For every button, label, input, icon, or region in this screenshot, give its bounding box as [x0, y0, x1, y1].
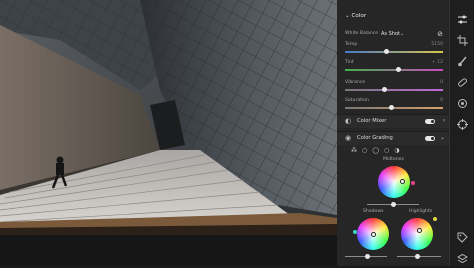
- slider-label: Vibrance: [345, 80, 366, 85]
- color-grading-section[interactable]: ◉ Color Grading ⌄: [337, 131, 449, 145]
- slider-temp[interactable]: Temp 5150: [345, 42, 443, 54]
- slider-knob[interactable]: [388, 105, 394, 110]
- midtones-color-wheel[interactable]: [378, 166, 410, 198]
- slider-knob[interactable]: [383, 49, 389, 54]
- chevron-down-icon[interactable]: ⌄: [440, 134, 445, 141]
- slider-knob[interactable]: [381, 87, 387, 92]
- slider-label: Temp: [345, 42, 358, 47]
- shadows-label: Shadows: [363, 209, 384, 214]
- circle-mask-icon[interactable]: [457, 94, 468, 108]
- filmstrip-area: [0, 235, 337, 266]
- white-balance-row: White Balance As Shot ⌄ ⊘: [345, 30, 443, 39]
- slider-value[interactable]: + 12: [432, 60, 443, 65]
- grading-mode-icons: ⁂○◯○◑: [351, 147, 404, 154]
- highlights-swatch: [433, 217, 437, 221]
- chevron-down-icon[interactable]: ⌄: [400, 31, 404, 37]
- color-mixer-toggle[interactable]: [425, 119, 435, 124]
- tool-strip: [449, 0, 474, 266]
- chevron-down-icon: ⌄: [345, 13, 350, 19]
- midtones-swatch: [411, 181, 415, 185]
- color-section-header[interactable]: ⌄ Color: [345, 13, 366, 19]
- highlights-mode-icon[interactable]: ○: [384, 147, 394, 154]
- crop-icon[interactable]: [457, 31, 468, 46]
- tag-icon[interactable]: [457, 228, 468, 243]
- shadows-mode-icon[interactable]: ○: [362, 147, 372, 154]
- target-icon[interactable]: [457, 115, 468, 130]
- slider-track[interactable]: [345, 69, 443, 71]
- slider-label: Saturation: [345, 98, 369, 103]
- eyedropper-icon[interactable]: ⊘: [437, 30, 443, 38]
- shadows-handle[interactable]: [371, 232, 376, 237]
- global-mode-icon[interactable]: ◑: [394, 147, 404, 154]
- highlights-label: Highlights: [409, 209, 433, 214]
- white-balance-label: White Balance: [345, 31, 379, 36]
- midtones-label: Midtones: [383, 157, 404, 162]
- sliders-icon[interactable]: [457, 10, 468, 24]
- highlights-color-wheel[interactable]: [401, 218, 433, 250]
- slider-tint[interactable]: Tint + 12: [345, 60, 443, 72]
- slider-value[interactable]: 5150: [431, 42, 443, 47]
- color-header-label: Color: [351, 13, 367, 19]
- slider-value[interactable]: 0: [440, 98, 443, 103]
- shadows-color-wheel[interactable]: [357, 218, 389, 250]
- slider-saturation[interactable]: Saturation 0: [345, 98, 443, 110]
- color-grading-label: Color Grading: [357, 135, 393, 141]
- color-grading-toggle[interactable]: [425, 136, 435, 141]
- heal-icon[interactable]: [457, 73, 468, 87]
- slider-track[interactable]: [345, 89, 443, 91]
- brush-icon[interactable]: [457, 52, 468, 67]
- white-balance-select[interactable]: As Shot: [381, 31, 400, 37]
- color-mixer-label: Color Mixer: [357, 118, 387, 124]
- shadows-luminance-knob[interactable]: [364, 253, 370, 259]
- color-mixer-icon: ◐: [345, 117, 352, 125]
- color-mixer-section[interactable]: ◐ Color Mixer ‹: [337, 114, 449, 128]
- layers-icon[interactable]: [456, 249, 469, 264]
- slider-label: Tint: [345, 60, 354, 65]
- midtones-mode-icon[interactable]: ◯: [372, 147, 384, 154]
- highlights-luminance-knob[interactable]: [414, 253, 420, 259]
- midtones-handle[interactable]: [400, 179, 405, 184]
- photo-canvas[interactable]: [0, 0, 337, 235]
- slider-value[interactable]: 0: [440, 80, 443, 85]
- three-way-icon[interactable]: ⁂: [351, 147, 362, 154]
- chevron-left-icon[interactable]: ‹: [443, 117, 445, 124]
- edit-panel: ⌄ Color White Balance As Shot ⌄ ⊘ Temp 51…: [337, 0, 449, 266]
- slider-track[interactable]: [345, 107, 443, 109]
- photo-image: [0, 0, 337, 235]
- slider-track[interactable]: [345, 51, 443, 53]
- midtones-luminance-knob[interactable]: [390, 201, 396, 207]
- color-grading-icon: ◉: [345, 134, 352, 142]
- shadows-swatch: [353, 230, 357, 234]
- slider-vibrance[interactable]: Vibrance 0: [345, 80, 443, 92]
- highlights-handle[interactable]: [417, 228, 422, 233]
- slider-knob[interactable]: [396, 67, 402, 72]
